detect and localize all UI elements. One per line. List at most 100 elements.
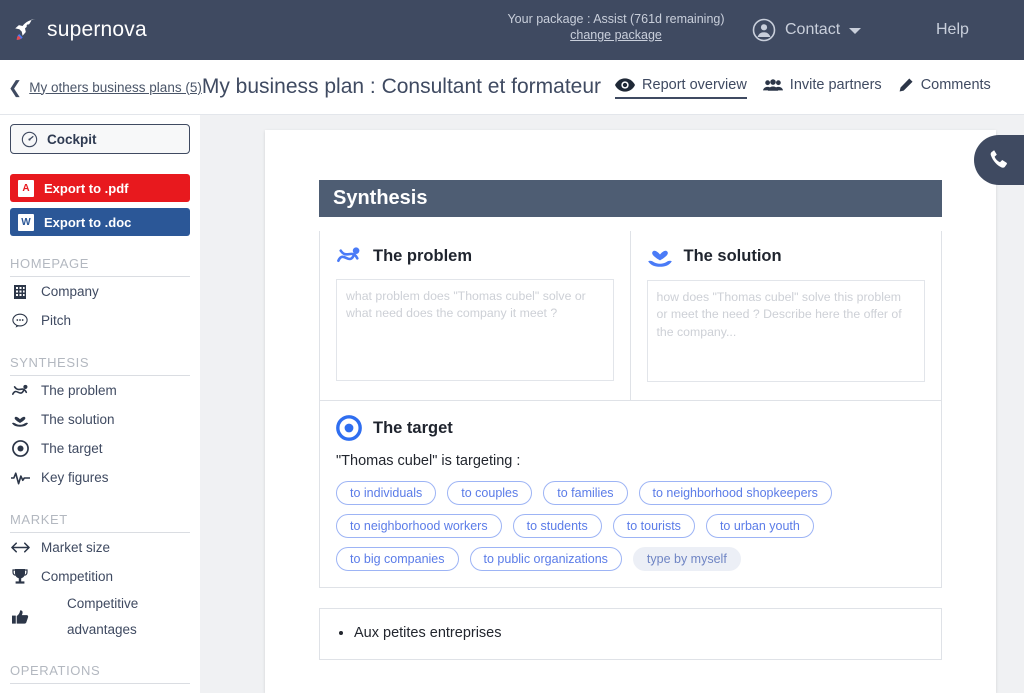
top-header-bar: supernova Your package : Assist (761d re… [0,0,1024,60]
package-text: Your package : Assist (761d remaining) [500,12,732,26]
page-body: Cockpit A Export to .pdf W Export to .do… [0,115,1024,693]
target-bullet-list: Aux petites entreprises [354,623,925,645]
solution-heading: The solution [647,245,926,268]
export-to-pdf-button[interactable]: A Export to .pdf [10,174,190,202]
sidebar-item-the-problem[interactable]: The problem [10,376,190,405]
sidebar-item-competition-label: Competition [41,569,113,584]
cockpit-label: Cockpit [47,132,97,147]
synthesis-banner: Synthesis [319,180,942,217]
target-tag[interactable]: to couples [447,481,532,505]
speech-bubble-icon [10,313,30,328]
target-tag[interactable]: to neighborhood shopkeepers [639,481,832,505]
problem-title: The problem [373,247,472,266]
change-package-link[interactable]: change package [570,28,662,42]
target-icon [336,415,362,441]
target-tag[interactable]: to individuals [336,481,436,505]
brand-logo[interactable]: supernova [12,17,147,43]
sidebar-item-market-size[interactable]: Market size [10,533,190,562]
contact-menu[interactable]: Contact [752,0,861,60]
tab-invite-partners-label: Invite partners [790,77,882,93]
target-tag[interactable]: to public organizations [470,547,622,571]
help-label: Help [936,21,969,39]
sidebar-item-competitive-advantages[interactable]: Competitive advantages [10,591,190,643]
cockpit-button[interactable]: Cockpit [10,124,190,154]
target-intro-text: "Thomas cubel" is targeting : [336,453,925,469]
sidebar-item-company-label: Company [41,284,99,299]
target-block: The target "Thomas cubel" is targeting :… [319,401,942,588]
target-bullet-card: Aux petites entreprises [319,608,942,660]
problem-solution-row: The problem what problem does "Thomas cu… [319,231,942,401]
pencil-icon [898,78,914,92]
target-title: The target [373,419,453,438]
tab-report-overview-label: Report overview [642,77,747,93]
arrows-horizontal-icon [10,541,30,554]
problem-heading: The problem [336,245,614,267]
plan-tabs: Report overview Invite partners Comments [615,77,991,98]
sidebar-section-operations: OPERATIONS [10,663,190,684]
trophy-icon [10,568,30,585]
sidebar-section-synthesis: SYNTHESIS [10,355,190,376]
chevron-down-icon [849,28,861,34]
tab-report-overview[interactable]: Report overview [615,77,747,98]
tab-comments[interactable]: Comments [898,77,991,98]
tab-invite-partners[interactable]: Invite partners [763,77,882,98]
target-tag[interactable]: to students [513,514,602,538]
target-tag-list: to individuals to couples to families to… [336,481,925,571]
sidebar-item-key-figures[interactable]: Key figures [10,463,190,492]
target-tag-type-by-myself[interactable]: type by myself [633,547,741,571]
rocket-icon [12,17,38,43]
export-to-pdf-label: Export to .pdf [44,181,129,196]
building-icon [10,284,30,300]
contact-label: Contact [785,21,840,39]
word-file-icon: W [18,214,34,231]
main-content: Synthesis The problem what problem does … [200,115,1024,693]
brand-name: supernova [47,18,147,42]
phone-support-button[interactable] [974,135,1024,185]
tangled-knot-icon [336,245,362,267]
gauge-icon [21,131,38,148]
target-tag[interactable]: to tourists [613,514,695,538]
sidebar-section-market: MARKET [10,512,190,533]
target-icon [10,440,30,457]
solution-block: The solution how does "Thomas cubel" sol… [631,231,942,400]
sidebar-item-the-problem-label: The problem [41,383,117,398]
tab-comments-label: Comments [921,77,991,93]
back-to-plans-link[interactable]: My others business plans (5) [29,80,202,95]
sidebar-item-pitch[interactable]: Pitch [10,306,190,335]
sidebar-item-company[interactable]: Company [10,277,190,306]
solution-textarea[interactable]: how does "Thomas cubel" solve this probl… [647,280,926,382]
help-link[interactable]: Help [936,0,969,60]
report-document-card: Synthesis The problem what problem does … [265,130,996,693]
target-tag[interactable]: to families [543,481,627,505]
hand-heart-icon [647,245,673,268]
sidebar-section-homepage: HOMEPAGE [10,256,190,277]
plan-navigation-bar: ❮ My others business plans (5) My busine… [0,60,1024,115]
sidebar-item-competition[interactable]: Competition [10,562,190,591]
thumbs-up-icon [10,609,30,625]
sidebar-item-the-target[interactable]: The target [10,434,190,463]
target-tag[interactable]: to urban youth [706,514,814,538]
people-icon [763,78,783,92]
export-to-doc-label: Export to .doc [44,215,131,230]
pdf-file-icon: A [18,180,34,197]
sidebar-item-competitive-advantages-label-1: Competitive [67,591,138,617]
pulse-icon [10,471,30,485]
export-to-doc-button[interactable]: W Export to .doc [10,208,190,236]
sidebar-item-the-solution[interactable]: The solution [10,405,190,434]
phone-icon [988,149,1010,171]
sidebar-item-key-figures-label: Key figures [41,470,109,485]
target-heading: The target [336,415,925,441]
tangled-knot-icon [10,383,30,398]
problem-textarea[interactable]: what problem does "Thomas cubel" solve o… [336,279,614,381]
chevron-left-icon[interactable]: ❮ [8,79,22,96]
sidebar-item-market-size-label: Market size [41,540,110,555]
sidebar-item-pitch-label: Pitch [41,313,71,328]
user-avatar-icon [752,18,776,42]
package-info: Your package : Assist (761d remaining) c… [500,12,732,44]
list-item: Aux petites entreprises [354,623,925,645]
sidebar-item-the-target-label: The target [41,441,103,456]
target-tag[interactable]: to neighborhood workers [336,514,502,538]
problem-block: The problem what problem does "Thomas cu… [320,231,631,400]
target-tag[interactable]: to big companies [336,547,459,571]
sidebar-item-the-solution-label: The solution [41,412,115,427]
